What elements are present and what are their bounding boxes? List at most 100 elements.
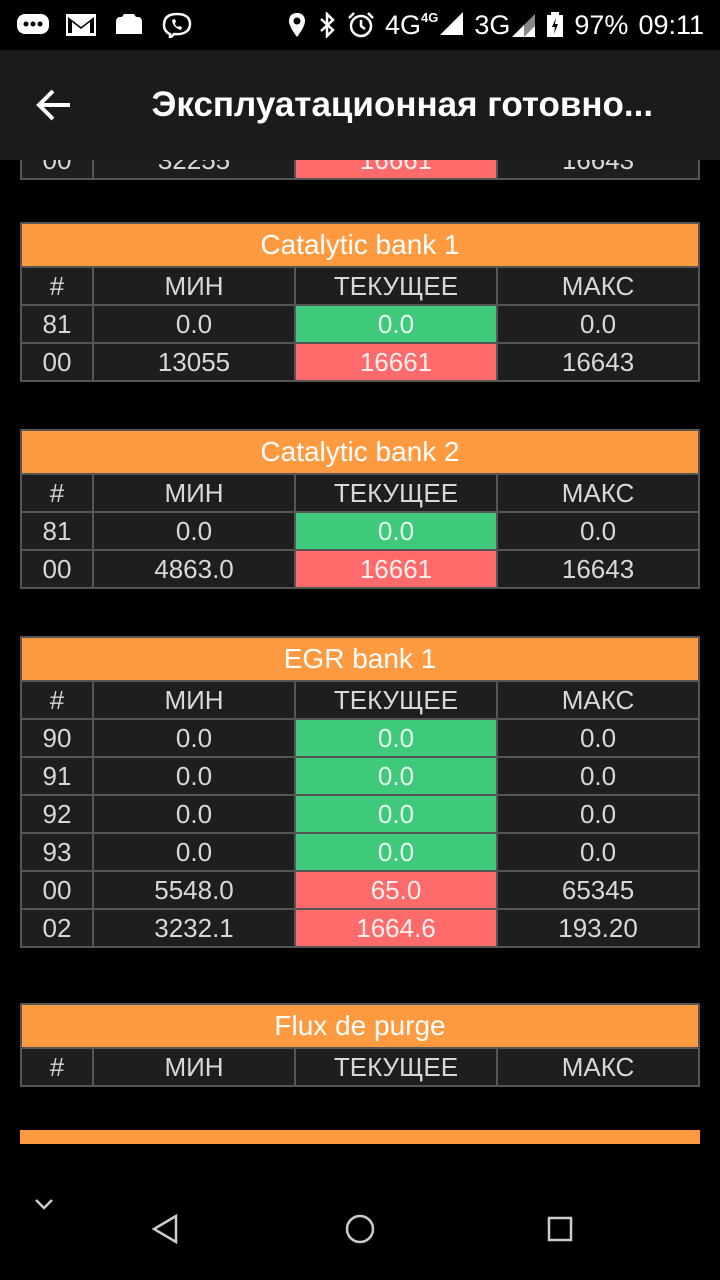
signal-strength-icon [512,14,536,37]
header-row: # МИН ТЕКУЩЕЕ МАКС [20,680,701,720]
partial-table-top: 00 32255 16661 16643 [20,160,700,180]
header-current: ТЕКУЩЕЕ [294,473,498,513]
header-max: МАКС [495,473,701,513]
cell-min: 0.0 [92,832,296,872]
header-id: # [20,1047,94,1087]
viber-icon [162,12,192,38]
cell-max: 16643 [496,160,700,180]
section-title: Catalytic bank 2 [19,429,701,475]
cell-id: 90 [20,718,94,758]
signal-4g: 4G 4G [385,10,464,41]
cell-min: 13055 [92,342,296,382]
cell-min: 32255 [92,160,296,180]
table-row: 00 5548.0 65.0 65345 [20,870,701,910]
header-min: МИН [92,266,296,306]
back-button[interactable] [10,50,98,160]
cell-current: 0.0 [294,511,498,551]
cell-max: 65345 [495,870,701,910]
header-id: # [20,266,94,306]
cell-id: 81 [20,511,94,551]
chevron-down-icon [35,1199,53,1210]
cell-id: 91 [20,756,94,796]
cell-max: 0.0 [495,718,701,758]
cell-max: 193.20 [495,908,701,948]
cell-min: 0.0 [92,718,296,758]
circle-home-icon [345,1214,375,1244]
table-row: 00 13055 16661 16643 [20,342,701,382]
table-row: 00 4863.0 16661 16643 [20,549,701,589]
square-recents-icon [547,1216,573,1242]
nav-back-button[interactable] [140,1204,190,1254]
clock: 09:11 [638,9,704,40]
cell-current: 16661 [294,342,498,382]
battery-icon [547,12,564,37]
nav-recents-button[interactable] [535,1204,585,1254]
cell-max: 0.0 [495,832,701,872]
cell-id: 00 [20,549,94,589]
cell-id: 00 [20,160,94,180]
cloud-icon [116,14,142,34]
location-icon [288,13,305,37]
cell-current: 0.0 [294,718,498,758]
table-row: 81 0.0 0.0 0.0 [20,511,701,551]
table-row: 93 0.0 0.0 0.0 [20,832,701,872]
network-4g-small-label: 4G [421,9,439,25]
status-bar: 4G 4G 3G 97% 09:11 [0,0,720,50]
app-bar: Эксплуатационная готовно... [0,50,720,160]
cell-current: 16661 [294,549,498,589]
cell-id: 93 [20,832,94,872]
bluetooth-icon [320,12,335,38]
table-row: 81 0.0 0.0 0.0 [20,304,701,344]
header-row: # МИН ТЕКУЩЕЕ МАКС [20,266,701,306]
battery-percent: 97% [574,9,629,40]
table-row: 91 0.0 0.0 0.0 [20,756,701,796]
cell-min: 0.0 [92,511,296,551]
cell-min: 3232.1 [92,908,296,948]
section-title: EGR bank 1 [19,636,701,682]
cell-id: 92 [20,794,94,834]
header-current: ТЕКУЩЕЕ [294,680,498,720]
triangle-back-icon [151,1214,178,1244]
table-row: 02 3232.1 1664.6 193.20 [20,908,701,948]
header-id: # [20,680,94,720]
header-min: МИН [92,680,296,720]
cell-min: 5548.0 [92,870,296,910]
cell-current: 0.0 [294,832,498,872]
gmail-icon [66,14,96,36]
cell-max: 0.0 [495,304,701,344]
cell-max: 16643 [495,549,701,589]
hide-keyboard-button[interactable] [24,1184,64,1224]
header-id: # [20,473,94,513]
cell-current: 1664.6 [294,908,498,948]
header-min: МИН [92,473,296,513]
network-3g-label: 3G [474,9,511,40]
cell-min: 4863.0 [92,549,296,589]
cell-current: 0.0 [294,756,498,796]
section-title: Flux de purge [19,1003,701,1049]
signal-3g: 3G [474,10,536,41]
header-max: МАКС [495,266,701,306]
cell-max: 0.0 [495,511,701,551]
cell-max: 16643 [495,342,701,382]
section-title: Catalytic bank 1 [19,222,701,268]
next-section-header-partial [20,1130,700,1144]
header-min: МИН [92,1047,296,1087]
navigation-bar [0,1144,720,1280]
section-table-flux-de-purge: Flux de purge # МИН ТЕКУЩЕЕ МАКС [19,1003,701,1087]
nav-home-button[interactable] [335,1204,385,1254]
cell-min: 0.0 [92,304,296,344]
header-row: # МИН ТЕКУЩЕЕ МАКС [20,473,701,513]
table-row: 90 0.0 0.0 0.0 [20,718,701,758]
cell-max: 0.0 [495,756,701,796]
network-4g-label: 4G [384,9,422,40]
section-table-catalytic-bank-1: Catalytic bank 1 # МИН ТЕКУЩЕЕ МАКС 81 0… [19,222,701,382]
cell-current: 65.0 [294,870,498,910]
cell-current: 0.0 [294,304,498,344]
header-row: # МИН ТЕКУЩЕЕ МАКС [20,1047,701,1087]
header-current: ТЕКУЩЕЕ [294,266,498,306]
cell-min: 0.0 [92,756,296,796]
cell-id: 00 [20,342,94,382]
chat-bubble-icon [17,14,49,34]
readiness-list[interactable]: 00 32255 16661 16643 Catalytic bank 1 # … [0,160,720,1144]
header-current: ТЕКУЩЕЕ [294,1047,498,1087]
